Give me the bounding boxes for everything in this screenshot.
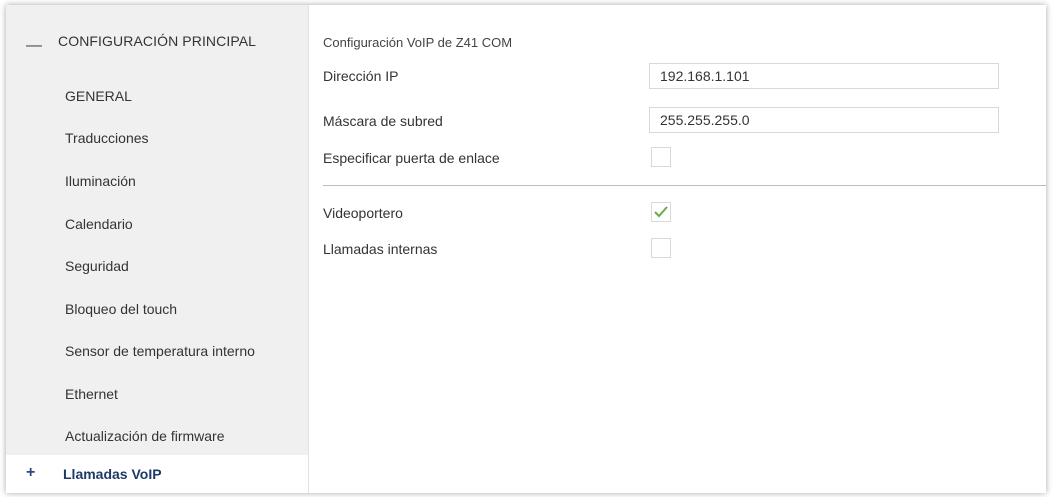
ip-address-input[interactable] <box>649 63 999 89</box>
internal-calls-label: Llamadas internas <box>323 241 438 257</box>
sidebar-item-iluminacion[interactable]: Iluminación <box>65 173 136 189</box>
minus-icon[interactable]: — <box>26 38 42 54</box>
sidebar-footer-label: Llamadas VoIP <box>63 466 162 482</box>
window: — CONFIGURACIÓN PRINCIPAL GENERAL Traduc… <box>6 5 1046 493</box>
sidebar-item-ethernet[interactable]: Ethernet <box>65 386 118 402</box>
sidebar-item-bloqueo-touch[interactable]: Bloqueo del touch <box>65 301 177 317</box>
gateway-label: Especificar puerta de enlace <box>323 150 500 166</box>
internal-calls-checkbox[interactable] <box>651 238 671 258</box>
sidebar-item-seguridad[interactable]: Seguridad <box>65 258 129 274</box>
sidebar-item-general[interactable]: GENERAL <box>65 88 132 104</box>
videoportero-checkbox[interactable] <box>651 202 671 222</box>
check-icon <box>654 206 668 218</box>
sidebar-item-actualizacion-firmware[interactable]: Actualización de firmware <box>65 428 225 444</box>
section-title: Configuración VoIP de Z41 COM <box>323 35 513 50</box>
sidebar-item-traducciones[interactable]: Traducciones <box>65 130 149 146</box>
sidebar: — CONFIGURACIÓN PRINCIPAL GENERAL Traduc… <box>6 5 309 493</box>
header-notch <box>26 66 40 73</box>
subnet-mask-input[interactable] <box>649 107 999 133</box>
divider <box>323 185 1046 186</box>
sidebar-item-sensor-temperatura[interactable]: Sensor de temperatura interno <box>65 343 255 359</box>
gateway-checkbox[interactable] <box>651 147 671 167</box>
sidebar-header-title: CONFIGURACIÓN PRINCIPAL <box>58 33 257 49</box>
mask-label: Máscara de subred <box>323 113 443 129</box>
ip-label: Dirección IP <box>323 68 399 84</box>
sidebar-header[interactable]: — CONFIGURACIÓN PRINCIPAL <box>6 5 308 73</box>
plus-icon[interactable]: + <box>26 465 35 481</box>
videoportero-label: Videoportero <box>323 205 403 221</box>
sidebar-item-calendario[interactable]: Calendario <box>65 216 133 232</box>
main-panel: Configuración VoIP de Z41 COM Dirección … <box>309 5 1046 493</box>
sidebar-item-llamadas-voip[interactable]: + Llamadas VoIP <box>6 455 308 493</box>
